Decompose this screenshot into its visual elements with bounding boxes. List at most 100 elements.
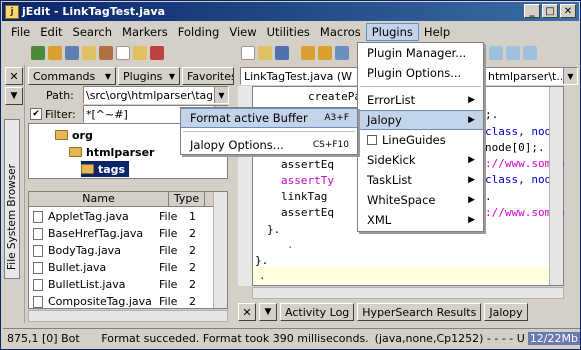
- menu-item-sidekick[interactable]: SideKick ▶: [358, 150, 483, 170]
- buffer-switcher[interactable]: LinkTagTest.java (W: [240, 67, 366, 85]
- home-icon[interactable]: [65, 46, 79, 60]
- menu-item-whitespace[interactable]: WhiteSpace ▶: [358, 190, 483, 210]
- file-icon: [33, 227, 43, 240]
- menu-file[interactable]: File: [6, 23, 35, 41]
- menu-macros[interactable]: Macros: [315, 23, 366, 41]
- menu-item-jalopy[interactable]: Jalopy ▶: [358, 110, 483, 130]
- folder-icon[interactable]: [82, 46, 96, 60]
- menu-view[interactable]: View: [224, 23, 261, 41]
- redo-icon[interactable]: [318, 46, 332, 60]
- cut-icon[interactable]: [335, 46, 349, 60]
- file-list-hscrollbar[interactable]: [28, 310, 228, 322]
- current-line-highlight: [253, 267, 550, 284]
- bottom-dock-tabs: ✕ ▼ Activity Log HyperSearch Results Jal…: [238, 303, 528, 323]
- folder-icon: [69, 147, 82, 157]
- caret-position[interactable]: 875,1 [0] Bot: [7, 332, 95, 345]
- undo-icon[interactable]: [301, 46, 315, 60]
- close-dock-button[interactable]: ✕: [5, 67, 23, 85]
- status-message: Format succeded. Format took 390 millise…: [101, 332, 369, 345]
- vtab-file-system-browser[interactable]: File System Browser: [4, 119, 20, 279]
- right-toolbar: [489, 43, 537, 63]
- file-icon: [33, 261, 43, 274]
- plugins-button[interactable]: Plugins ▼: [118, 67, 180, 85]
- close-button[interactable]: ✕: [560, 4, 576, 18]
- commands-button[interactable]: Commands ▼: [28, 67, 116, 85]
- file-row[interactable]: BodyTag.java File 2: [29, 242, 214, 259]
- plugin-icon[interactable]: [31, 46, 45, 60]
- editor-vscrollbar[interactable]: [549, 87, 563, 285]
- left-toolbar: [31, 43, 164, 63]
- folder-icon: [81, 164, 94, 174]
- window-title: jEdit - LinkTagTest.java: [22, 5, 165, 18]
- submenu-arrow-icon: ▶: [468, 175, 475, 185]
- menu-item-plugin-manager[interactable]: Plugin Manager...: [358, 43, 483, 63]
- submenu-arrow-icon: ▶: [468, 215, 475, 225]
- minimize-button[interactable]: _: [524, 4, 540, 18]
- menu-item-tasklist[interactable]: TaskList ▶: [358, 170, 483, 190]
- grid-icon[interactable]: [523, 46, 537, 60]
- submenu-arrow-icon: ▶: [468, 155, 475, 165]
- view-icon[interactable]: [489, 46, 503, 60]
- file-row[interactable]: BaseHrefTag.java File 2: [29, 225, 214, 242]
- menu-item-format-active-buffer[interactable]: Format active Buffer A3+F: [181, 108, 357, 128]
- reload-icon[interactable]: [48, 46, 62, 60]
- column-header-type[interactable]: Type: [169, 192, 205, 206]
- menu-markers[interactable]: Markers: [117, 23, 173, 41]
- menu-plugins[interactable]: Plugins: [365, 23, 419, 41]
- file-row[interactable]: BulletList.java File 2: [29, 276, 214, 293]
- menu-edit[interactable]: Edit: [35, 23, 67, 41]
- menu-help[interactable]: Help: [419, 23, 455, 41]
- tab-activity-log[interactable]: Activity Log: [280, 303, 355, 321]
- bookmark-icon[interactable]: [99, 46, 113, 60]
- column-header-name[interactable]: Name: [29, 192, 169, 206]
- open-icon[interactable]: [258, 46, 272, 60]
- menu-item-plugin-options[interactable]: Plugin Options...: [358, 63, 483, 83]
- file-icon: [33, 244, 43, 257]
- status-bar: 875,1 [0] Bot Format succeded. Format to…: [3, 328, 580, 348]
- file-icon: [33, 278, 43, 291]
- tree-item-org[interactable]: org: [55, 127, 93, 143]
- filter-checkbox[interactable]: ✔: [30, 108, 42, 120]
- main-toolbar: [241, 43, 349, 63]
- new-folder-icon[interactable]: [133, 46, 147, 60]
- jedit-window: j jEdit - LinkTagTest.java _ □ ✕ File Ed…: [0, 0, 581, 350]
- submenu-arrow-icon: ▶: [468, 115, 475, 125]
- tree-item-htmlparser[interactable]: htmlparser: [69, 144, 154, 160]
- submenu-arrow-icon: ▶: [468, 95, 475, 105]
- menu-item-jalopy-options[interactable]: Jalopy Options... CS+F10: [181, 135, 357, 155]
- menu-item-errorlist[interactable]: ErrorList ▶: [358, 90, 483, 110]
- file-row[interactable]: CompositeTag.java File 2: [29, 293, 214, 310]
- dock-menu-button[interactable]: ▼: [5, 87, 23, 105]
- favorites-button[interactable]: Favorites: [182, 67, 234, 85]
- tab-jalopy[interactable]: Jalopy: [484, 303, 528, 321]
- menu-utilities[interactable]: Utilities: [262, 23, 315, 41]
- menu-folding[interactable]: Folding: [173, 23, 225, 41]
- file-row[interactable]: Bullet.java File 2: [29, 259, 214, 276]
- right-combo[interactable]: htmlparser\t... ▼: [485, 67, 578, 85]
- jalopy-submenu: Format active Buffer A3+F Jalopy Options.…: [180, 107, 358, 155]
- tab-hypersearch-results[interactable]: HyperSearch Results: [357, 303, 482, 321]
- memory-indicator[interactable]: 12/22Mb: [527, 332, 580, 345]
- buffer-mode[interactable]: (java,none,Cp1252) - - - - U: [375, 332, 525, 345]
- jedit-app-icon: j: [5, 4, 19, 19]
- new-file-icon[interactable]: [116, 46, 130, 60]
- new-icon[interactable]: [241, 46, 255, 60]
- menu-search[interactable]: Search: [68, 23, 118, 41]
- file-row[interactable]: AppletTag.java File 1: [29, 208, 214, 225]
- bottom-dock-menu-button[interactable]: ▼: [259, 303, 277, 321]
- menu-item-lineguides[interactable]: LineGuides: [358, 130, 483, 150]
- folder-icon: [55, 130, 68, 140]
- save-icon[interactable]: [275, 46, 289, 60]
- menu-item-xml[interactable]: XML ▶: [358, 210, 483, 230]
- chevron-down-icon: ▼: [214, 87, 228, 103]
- plugins-menu: Plugin Manager... Plugin Options... Erro…: [357, 42, 484, 232]
- editor-hscrollbar[interactable]: [252, 287, 564, 299]
- delete-icon[interactable]: [150, 46, 164, 60]
- menubar: File Edit Search Markers Folding View Ut…: [2, 22, 579, 42]
- path-combo[interactable]: \src\org\htmlparser\tags ▼: [83, 86, 229, 104]
- maximize-button[interactable]: □: [542, 4, 558, 18]
- view-split-icon[interactable]: [506, 46, 520, 60]
- tree-item-tags[interactable]: tags: [81, 161, 130, 177]
- close-bottom-dock-button[interactable]: ✕: [238, 303, 256, 321]
- file-list-scrollbar[interactable]: [213, 192, 227, 308]
